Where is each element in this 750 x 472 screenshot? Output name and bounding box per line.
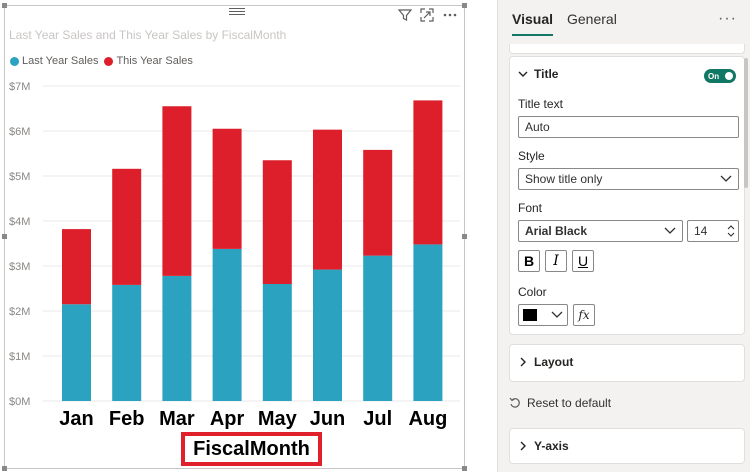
y-axis-section-label: Y-axis	[534, 439, 569, 453]
title-section-label: Title	[534, 67, 559, 81]
font-family-dropdown[interactable]: Arial Black	[518, 220, 683, 242]
x-tick-label: Aug	[408, 408, 447, 430]
font-family-value: Arial Black	[525, 224, 588, 238]
bar-segment[interactable]	[162, 106, 192, 276]
x-tick-label: Apr	[210, 408, 245, 430]
title-text-label: Title text	[518, 97, 563, 111]
tab-visual[interactable]: Visual	[512, 11, 553, 36]
y-tick-label: $1M	[9, 351, 30, 363]
x-tick-label: Jun	[310, 408, 346, 430]
bar-segment[interactable]	[363, 255, 393, 401]
bar-segment[interactable]	[413, 244, 443, 401]
bar-segment[interactable]	[262, 160, 292, 284]
title-toggle[interactable]: On	[704, 69, 736, 83]
x-tick-label: Mar	[159, 408, 195, 430]
chevron-down-icon	[664, 227, 676, 234]
font-size-value: 14	[694, 224, 708, 238]
spinner-arrows-icon[interactable]	[727, 223, 735, 239]
previous-section-card	[509, 44, 745, 54]
y-axis-section-card: Y-axis	[509, 428, 745, 464]
reset-to-default-button[interactable]: Reset to default	[509, 396, 611, 410]
x-tick-label: Feb	[109, 408, 145, 430]
chart-plot: $0M $1M $2M $3M $4M $5M $6M $7M Jan Feb Mar Apr May J…	[9, 81, 460, 430]
bar-segment[interactable]	[313, 129, 342, 270]
y-tick-label: $4M	[9, 216, 30, 228]
title-toggle-label: On	[708, 71, 720, 81]
y-tick-label: $6M	[9, 126, 30, 138]
chevron-down-icon	[720, 175, 732, 182]
bar-segment[interactable]	[62, 304, 91, 401]
style-value: Show title only	[525, 172, 603, 186]
bar-segment[interactable]	[62, 229, 91, 305]
color-swatch	[523, 309, 537, 321]
pane-header: Visual General ···	[498, 0, 750, 44]
bar-segment[interactable]	[313, 269, 342, 401]
conditional-format-fx-button[interactable]: fx	[573, 304, 595, 326]
reset-label: Reset to default	[527, 396, 612, 410]
x-tick-label: May	[258, 408, 298, 430]
y-axis-section-header[interactable]: Y-axis	[518, 439, 569, 453]
report-screen: Last Year Sales and This Year Sales by F…	[0, 0, 750, 472]
toggle-knob	[725, 72, 733, 80]
chevron-down-icon	[551, 311, 563, 318]
format-pane: Visual General ··· Title On Title text A…	[497, 0, 750, 472]
bold-button[interactable]: B	[518, 250, 540, 272]
x-tick-label: Jan	[59, 408, 93, 430]
y-tick-label: $5M	[9, 171, 30, 183]
font-color-picker[interactable]	[518, 304, 568, 326]
bar-segment[interactable]	[413, 100, 443, 245]
y-tick-label: $2M	[9, 306, 30, 318]
title-section-header[interactable]: Title	[518, 67, 558, 81]
reset-icon	[509, 397, 520, 408]
bar-segment[interactable]	[112, 284, 142, 401]
bar-segment[interactable]	[212, 248, 242, 401]
bar-segment[interactable]	[212, 128, 242, 249]
font-label: Font	[518, 201, 543, 215]
chevron-down-icon	[518, 71, 528, 77]
chevron-right-icon	[520, 357, 526, 367]
layout-section-label: Layout	[534, 355, 574, 369]
font-size-stepper[interactable]: 14	[687, 220, 739, 242]
underline-button[interactable]: U	[572, 250, 594, 272]
style-label: Style	[518, 149, 545, 163]
bar-segment[interactable]	[162, 275, 192, 401]
pane-scrollbar[interactable]	[744, 58, 748, 188]
pane-more-options-icon[interactable]: ···	[718, 10, 737, 28]
layout-section-header[interactable]: Layout	[518, 355, 573, 369]
chart-visual[interactable]: Last Year Sales and This Year Sales by F…	[2, 3, 467, 471]
title-section-card: Title On Title text Auto Style Show titl…	[509, 56, 745, 335]
chevron-right-icon	[520, 441, 526, 451]
y-tick-label: $0M	[9, 396, 30, 408]
y-tick-label: $3M	[9, 261, 30, 273]
bar-segment[interactable]	[112, 168, 142, 285]
style-dropdown[interactable]: Show title only	[518, 168, 739, 190]
x-axis-title: FiscalMonth	[181, 432, 322, 466]
color-label: Color	[518, 285, 547, 299]
bar-segment[interactable]	[363, 149, 393, 256]
y-tick-label: $7M	[9, 81, 30, 93]
layout-section-card: Layout	[509, 344, 745, 382]
bar-segment[interactable]	[262, 284, 292, 401]
tab-general[interactable]: General	[567, 11, 617, 27]
x-tick-label: Jul	[363, 408, 392, 430]
title-text-input[interactable]: Auto	[518, 116, 739, 138]
italic-button[interactable]: I	[545, 250, 567, 272]
